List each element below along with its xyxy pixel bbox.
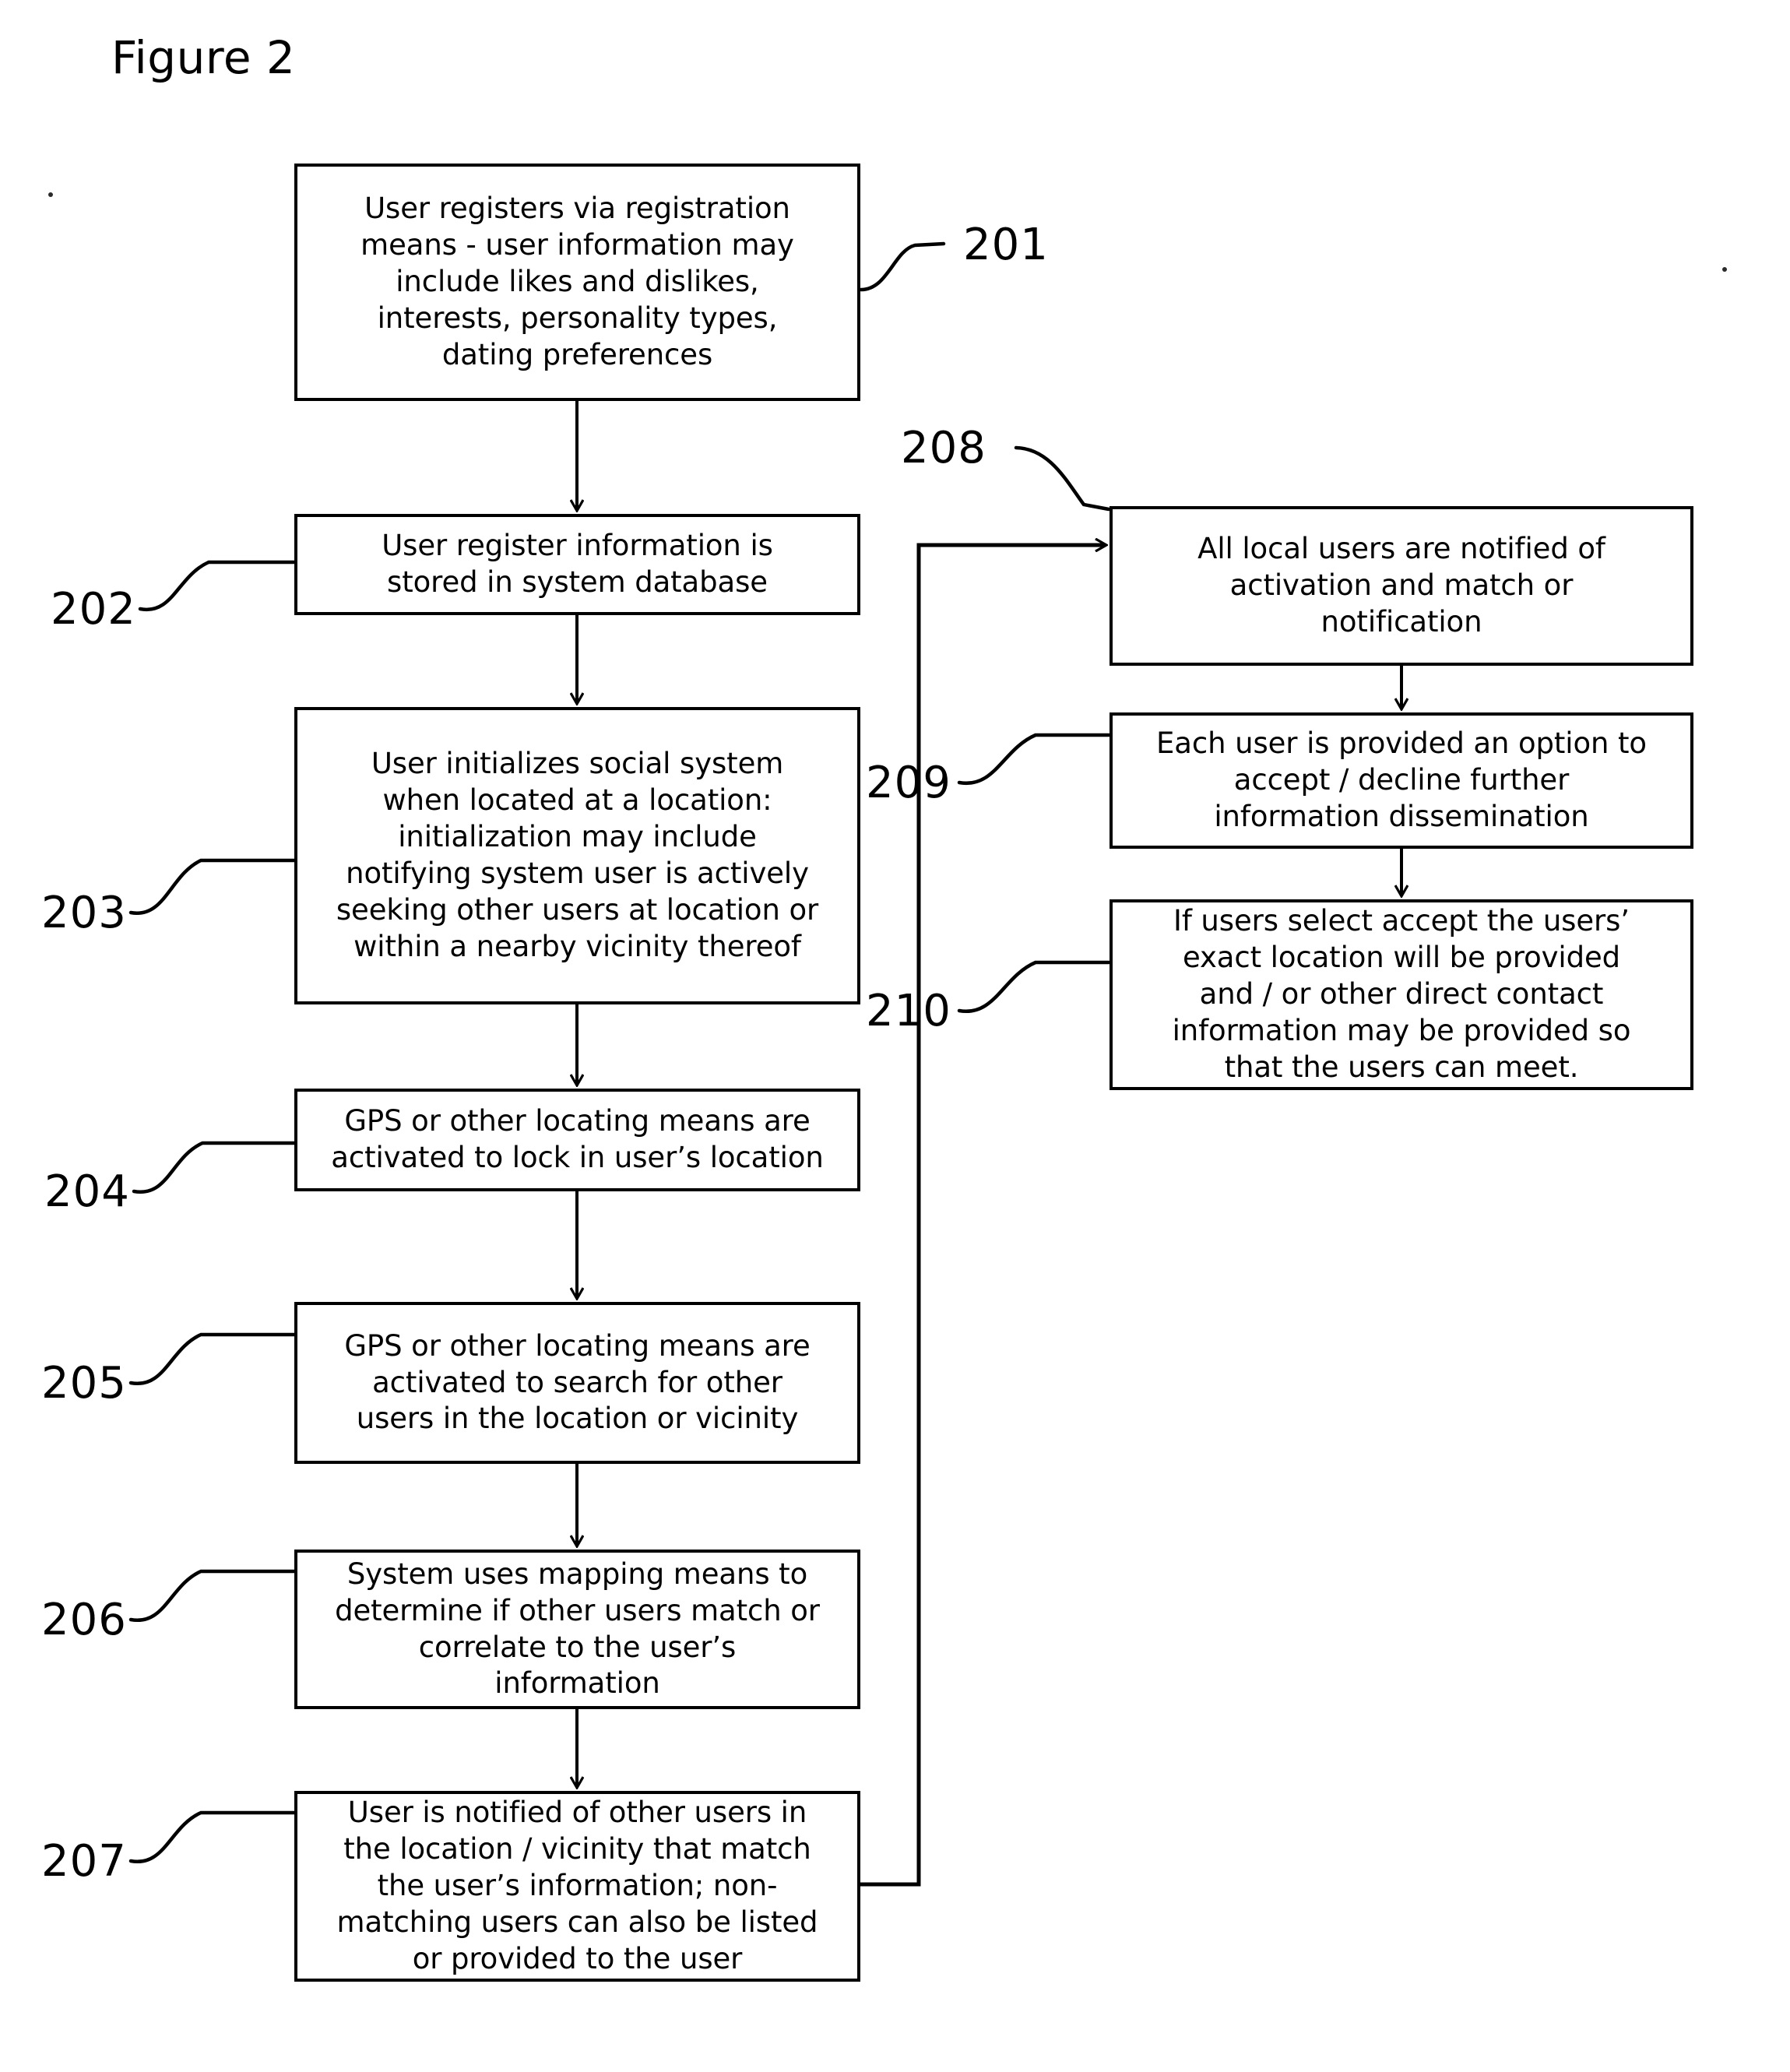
process-box-204-text: GPS or other locating means are activate… [331,1104,824,1174]
leader-201 [859,241,946,292]
leader-207 [128,1810,297,1864]
process-box-203-text: User initializes social system when loca… [336,747,819,963]
process-box-205-text: GPS or other locating means are activate… [344,1328,811,1436]
figure-page: Figure 2 User registers via registration… [0,0,1790,2072]
process-box-210[interactable]: If users select accept the users’ exact … [1110,899,1693,1090]
process-box-204[interactable]: GPS or other locating means are activate… [294,1089,860,1191]
ref-label-203: 203 [41,888,127,938]
ref-label-209: 209 [866,758,951,808]
leader-208 [1014,445,1111,512]
process-box-201[interactable]: User registers via registration means - … [294,164,860,401]
ref-label-206: 206 [41,1595,127,1645]
process-box-210-text: If users select accept the users’ exact … [1172,904,1631,1084]
leader-202 [138,560,297,612]
leader-204 [132,1141,297,1194]
leader-206 [128,1569,297,1623]
process-box-208-text: All local users are notified of activati… [1197,532,1605,638]
process-box-202-text: User register information is stored in s… [382,529,773,599]
process-box-209[interactable]: Each user is provided an option to accep… [1110,712,1693,849]
process-box-206[interactable]: System uses mapping means to determine i… [294,1550,860,1709]
ref-label-208: 208 [901,423,986,473]
page-title: Figure 2 [111,31,296,84]
process-box-203[interactable]: User initializes social system when loca… [294,707,860,1004]
ref-label-201: 201 [963,220,1049,270]
leader-209 [957,733,1111,786]
process-box-208[interactable]: All local users are notified of activati… [1110,506,1693,666]
ref-label-207: 207 [41,1836,127,1887]
ref-label-210: 210 [866,986,951,1036]
process-box-201-text: User registers via registration means - … [360,192,794,371]
arrow-207-to-208 [860,545,1106,1887]
process-box-207-text: User is notified of other users in the l… [336,1796,818,1975]
process-box-209-text: Each user is provided an option to accep… [1156,726,1647,833]
ref-label-204: 204 [44,1166,130,1217]
leader-205 [128,1332,297,1386]
ref-label-202: 202 [51,584,136,635]
process-box-205[interactable]: GPS or other locating means are activate… [294,1302,860,1464]
leader-203 [128,858,297,915]
leader-210 [957,960,1111,1014]
process-box-202[interactable]: User register information is stored in s… [294,514,860,615]
scan-speck [48,192,53,197]
scan-speck [1722,267,1727,272]
ref-label-205: 205 [41,1358,127,1409]
process-box-206-text: System uses mapping means to determine i… [335,1557,820,1701]
process-box-207[interactable]: User is notified of other users in the l… [294,1791,860,1982]
